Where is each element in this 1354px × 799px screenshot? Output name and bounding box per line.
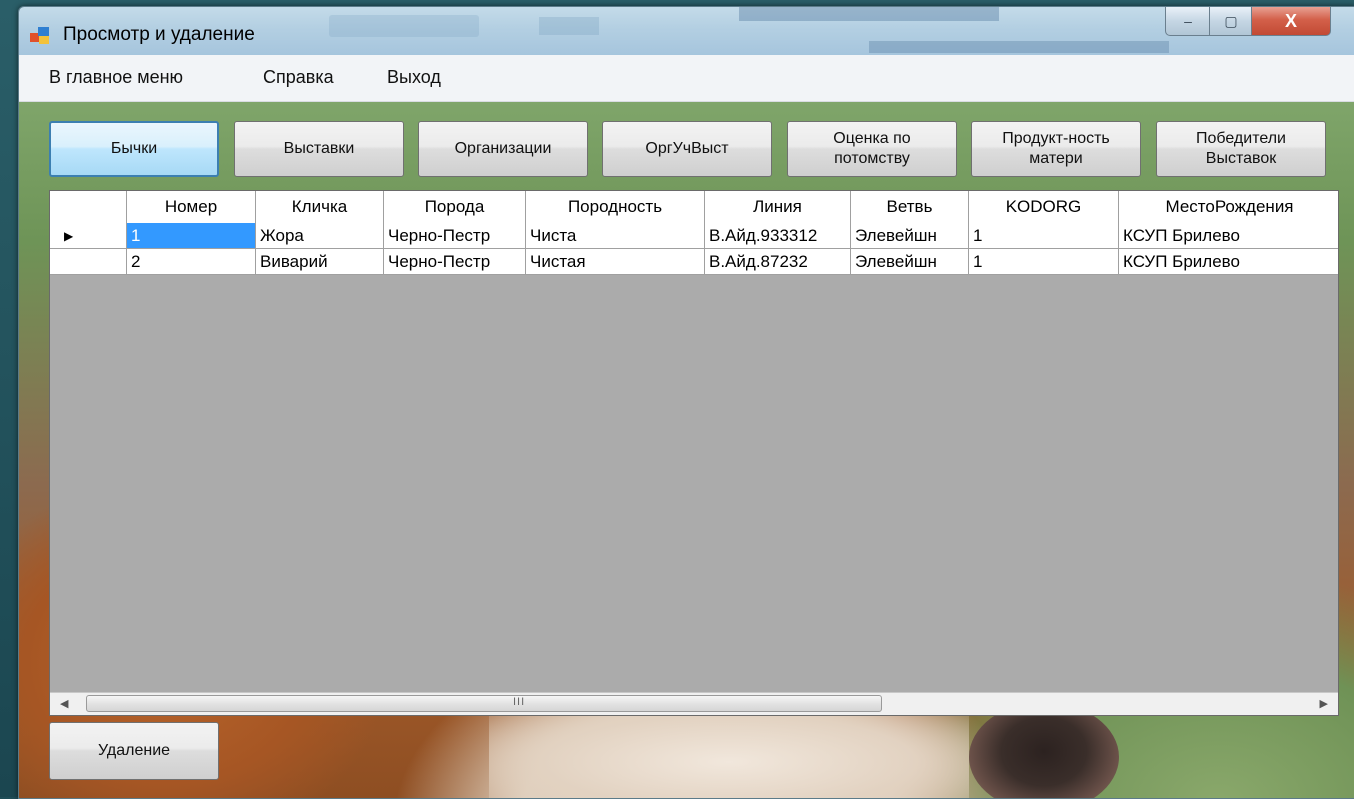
organizations-button[interactable]: Организации [418, 121, 588, 177]
close-icon: X [1284, 10, 1297, 31]
data-grid[interactable]: Номер Кличка Порода Породность Линия Вет… [49, 190, 1339, 716]
column-header[interactable]: Порода [384, 191, 526, 223]
close-button[interactable]: X [1251, 7, 1331, 36]
row-header[interactable] [50, 249, 127, 274]
table-cell[interactable]: КСУП Брилево [1119, 223, 1338, 248]
scrollbar-grip-icon: III [513, 696, 526, 708]
maximize-icon: ▢ [1224, 12, 1238, 29]
background-photo-cow-fur [489, 702, 969, 798]
background-photo-cow-nose [969, 702, 1119, 798]
progeny-evaluation-button[interactable]: Оценка по потомству [787, 121, 957, 177]
table-cell[interactable]: Черно-Пестр [384, 223, 526, 248]
table-cell[interactable]: 1 [969, 249, 1119, 274]
table-row[interactable]: 2 Виварий Черно-Пестр Чистая В.Айд.87232… [50, 249, 1338, 275]
scrollbar-thumb[interactable]: III [86, 695, 882, 712]
menu-bar: В главное меню Справка Выход [19, 55, 1354, 102]
menu-item-help[interactable]: Справка [257, 67, 340, 88]
column-header[interactable]: KODORG [969, 191, 1119, 223]
column-header[interactable]: Линия [705, 191, 851, 223]
table-cell[interactable]: 1 [969, 223, 1119, 248]
column-header[interactable]: Породность [526, 191, 705, 223]
column-header[interactable]: Номер [127, 191, 256, 223]
grid-corner-cell[interactable] [50, 191, 127, 223]
table-cell[interactable]: Элевейшн [851, 249, 969, 274]
column-header[interactable]: Кличка [256, 191, 384, 223]
title-bar-glass-reflection [739, 7, 999, 21]
table-cell[interactable]: Жора [256, 223, 384, 248]
table-cell[interactable]: Чиста [526, 223, 705, 248]
table-cell[interactable]: Виварий [256, 249, 384, 274]
minimize-icon: – [1184, 13, 1192, 29]
table-cell[interactable]: КСУП Брилево [1119, 249, 1338, 274]
column-header[interactable]: МестоРождения [1119, 191, 1338, 223]
org-exhibition-participants-button[interactable]: ОргУчВыст [602, 121, 772, 177]
row-header-current[interactable]: ▶ [50, 223, 127, 248]
title-bar-glass-reflection [329, 15, 479, 37]
scroll-left-arrow-icon[interactable]: ◀ [60, 697, 68, 710]
column-header[interactable]: Ветвь [851, 191, 969, 223]
table-cell[interactable]: Элевейшн [851, 223, 969, 248]
table-cell[interactable]: 2 [127, 249, 256, 274]
menu-item-exit[interactable]: Выход [381, 67, 447, 88]
current-row-arrow-icon: ▶ [64, 228, 74, 243]
table-cell[interactable]: В.Айд.87232 [705, 249, 851, 274]
minimize-button[interactable]: – [1165, 7, 1211, 36]
maximize-button[interactable]: ▢ [1209, 7, 1253, 36]
title-bar[interactable]: Просмотр и удаление – ▢ X [19, 7, 1354, 55]
delete-button[interactable]: Удаление [49, 722, 219, 780]
scroll-right-arrow-icon[interactable]: ▶ [1320, 697, 1328, 710]
table-cell[interactable]: Чистая [526, 249, 705, 274]
bulls-button[interactable]: Бычки [49, 121, 219, 177]
table-cell[interactable]: 1 [127, 223, 256, 248]
grid-header-row: Номер Кличка Порода Породность Линия Вет… [50, 191, 1338, 224]
table-cell[interactable]: Черно-Пестр [384, 249, 526, 274]
table-cell[interactable]: В.Айд.933312 [705, 223, 851, 248]
table-row[interactable]: ▶ 1 Жора Черно-Пестр Чиста В.Айд.933312 … [50, 223, 1338, 249]
form-client-area: Бычки Выставки Организации ОргУчВыст Оце… [19, 102, 1354, 798]
title-bar-glass-reflection [539, 17, 599, 35]
horizontal-scrollbar[interactable]: ◀ III ▶ [50, 692, 1338, 715]
mother-productivity-button[interactable]: Продукт-ность матери [971, 121, 1141, 177]
exhibition-winners-button[interactable]: Победители Выставок [1156, 121, 1326, 177]
desktop-background: Просмотр и удаление – ▢ X В главное меню… [0, 0, 1354, 799]
app-icon [30, 27, 50, 45]
app-window: Просмотр и удаление – ▢ X В главное меню… [18, 6, 1354, 799]
window-title: Просмотр и удаление [63, 24, 255, 45]
menu-item-main-menu[interactable]: В главное меню [43, 67, 189, 88]
exhibitions-button[interactable]: Выставки [234, 121, 404, 177]
title-bar-glass-reflection [869, 41, 1169, 53]
